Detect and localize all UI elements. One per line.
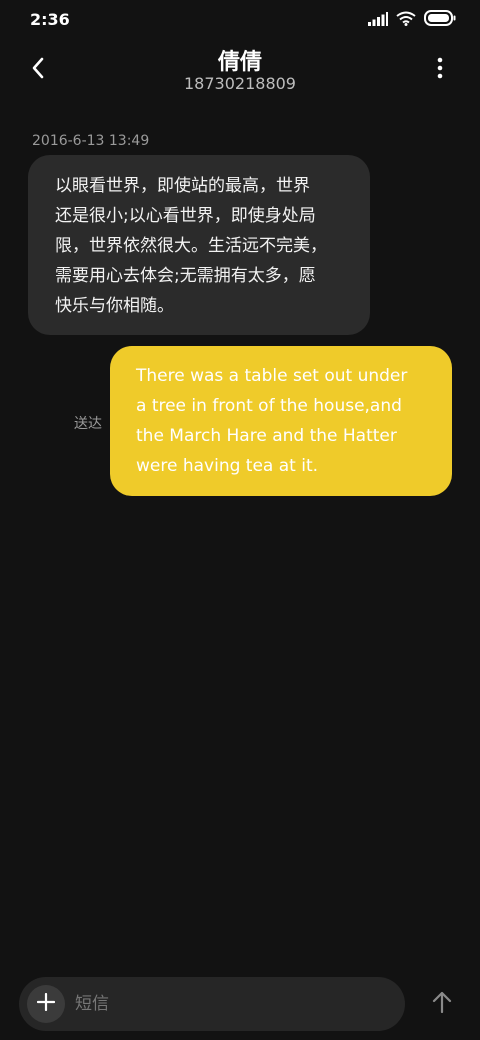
message-line: 还是很小;以心看世界，即使身处局 [55,206,316,226]
message-line: 限，世界依然很大。生活远不完美， [55,236,327,256]
message-line: There was a table set out under [136,366,408,386]
message-line: 需要用心去体会;无需拥有太多，愿 [55,266,316,286]
message-input[interactable] [75,985,390,1023]
contact-name: 倩倩 [217,50,262,75]
more-vertical-icon [437,57,443,83]
send-button[interactable] [424,986,460,1022]
battery-icon [424,10,456,30]
message-line: a tree in front of the house,and [136,396,402,416]
message-line: 以眼看世界，即使站的最高，世界 [55,176,310,196]
arrow-up-icon [432,991,452,1017]
signal-icon [368,11,388,30]
add-attachment-button[interactable] [27,985,65,1023]
incoming-message-bubble[interactable]: 以眼看世界，即使站的最高，世界 还是很小;以心看世界，即使身处局 限，世界依然很… [28,155,370,335]
message-timestamp: 2016-6-13 13:49 [32,133,150,149]
outgoing-message-bubble[interactable]: There was a table set out under a tree i… [110,346,452,496]
message-line: 快乐与你相随。 [55,296,174,316]
status-time: 2:36 [30,10,70,29]
status-icons [368,10,456,30]
conversation-header: 倩倩 18730218809 [0,40,480,110]
message-composer [19,977,405,1031]
delivery-status: 送达 [74,416,102,432]
plus-icon [36,992,56,1015]
wifi-icon [396,11,416,30]
more-options-button[interactable] [422,52,458,88]
status-bar: 2:36 [0,0,480,40]
message-line: the March Hare and the Hatter [136,426,397,446]
message-line: were having tea at it. [136,456,319,476]
contact-number: 18730218809 [184,74,296,93]
